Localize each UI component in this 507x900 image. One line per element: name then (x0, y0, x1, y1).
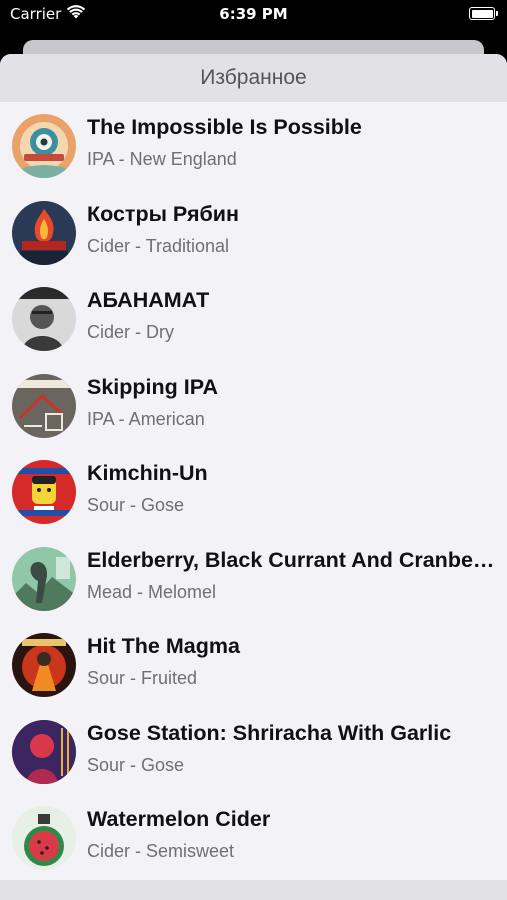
beer-style: Sour - Fruited (87, 668, 198, 688)
beer-name: Watermelon Cider (87, 807, 271, 831)
list-item[interactable]: Gose Station: Shriracha With Garlic Sour… (0, 708, 507, 795)
beer-style: IPA - New England (87, 149, 237, 169)
battery-icon (469, 7, 498, 20)
beer-style: Sour - Gose (87, 754, 185, 775)
beer-name: Skipping IPA (87, 374, 218, 399)
beer-label-avatar (12, 200, 76, 265)
list-item[interactable]: АБАНАМАТ Cider - Dry (0, 275, 507, 362)
beer-name: The Impossible Is Possible (87, 115, 362, 139)
beer-name: Gose Station: Shriracha With Garlic (87, 720, 452, 745)
beer-name: АБАНАМАТ (87, 288, 210, 312)
list-item[interactable]: Watermelon Cider Cider - Semisweet (0, 794, 507, 881)
list-item[interactable]: Skipping IPA IPA - American (0, 362, 507, 449)
beer-label-avatar (12, 114, 76, 178)
beer-style: Cider - Semisweet (87, 841, 235, 861)
clock: 6:39 PM (219, 5, 288, 23)
beer-name: Kimchin-Un (87, 461, 208, 485)
list-item[interactable]: The Impossible Is Possible IPA - New Eng… (0, 102, 507, 189)
beer-style: Sour - Gose (87, 495, 185, 515)
beer-name: Костры Рябин (87, 201, 240, 226)
sheet-header[interactable]: Избранное (0, 54, 507, 102)
beer-label-avatar (12, 633, 76, 697)
beer-style: Cider - Traditional (87, 235, 230, 256)
beer-label-avatar (12, 373, 76, 438)
list-item[interactable]: Костры Рябин Cider - Traditional (0, 189, 507, 276)
beer-style: Cider - Dry (87, 322, 175, 342)
beer-label-avatar (12, 719, 76, 784)
beer-style: Mead - Melomel (87, 581, 217, 602)
status-bar: Carrier 6:39 PM (0, 0, 507, 32)
favorites-sheet: Избранное The Impossible Is Possible IPA… (0, 54, 507, 900)
beer-label-avatar (12, 460, 76, 524)
beer-label-avatar (12, 806, 76, 870)
list-item[interactable]: Kimchin-Un Sour - Gose (0, 448, 507, 535)
beer-label-avatar (12, 287, 76, 351)
list-item[interactable]: Hit The Magma Sour - Fruited (0, 621, 507, 708)
bottom-bar (0, 880, 507, 900)
beer-label-avatar (12, 546, 76, 611)
beer-name: Hit The Magma (87, 634, 240, 658)
beer-style: IPA - American (87, 408, 205, 429)
favorites-list: The Impossible Is Possible IPA - New Eng… (0, 102, 507, 881)
beer-name: Elderberry, Black Currant And Cranberry (87, 547, 495, 572)
list-item[interactable]: Elderberry, Black Currant And Cranberry … (0, 535, 507, 622)
page-title: Избранное (200, 66, 307, 89)
